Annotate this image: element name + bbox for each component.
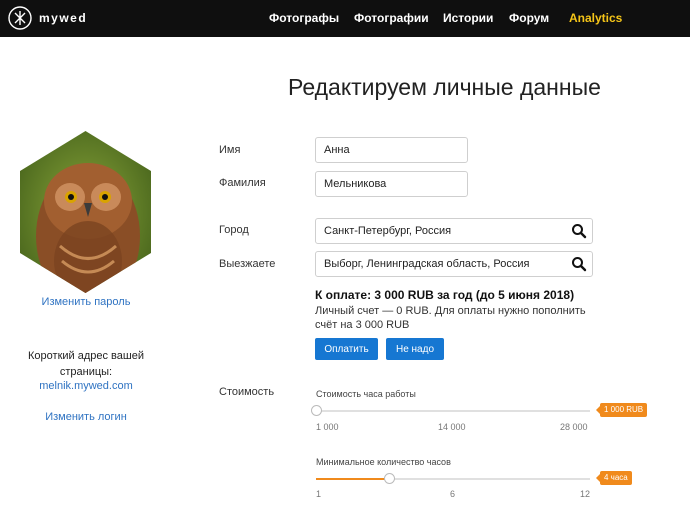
nav-photos[interactable]: Фотографии xyxy=(354,11,429,25)
owl-photo-icon xyxy=(20,131,151,293)
min-hours-thumb[interactable] xyxy=(384,473,396,484)
hour-rate-value-badge: 1 000 RUB xyxy=(595,403,648,417)
first-name-label: Имя xyxy=(219,144,241,156)
travel-label: Выезжаете xyxy=(219,258,276,270)
payment-note: Личный счет — 0 RUB. Для оплаты нужно по… xyxy=(315,305,586,331)
mywed-logo-icon xyxy=(8,6,32,30)
nav-photographers[interactable]: Фотографы xyxy=(269,11,339,25)
min-hours-tick-max: 12 xyxy=(580,489,591,499)
logo-text: mywed xyxy=(39,11,88,25)
change-login-link[interactable]: Изменить логин xyxy=(0,411,172,423)
payment-title: К оплате: 3 000 RUB за год (до 5 июня 20… xyxy=(315,288,575,302)
min-hours-track[interactable] xyxy=(316,478,590,480)
city-label: Город xyxy=(219,224,249,236)
decline-button[interactable]: Не надо xyxy=(386,338,444,360)
min-hours-tick-min: 1 xyxy=(316,489,322,499)
city-search-icon[interactable] xyxy=(570,222,588,240)
city-field[interactable] xyxy=(315,218,593,244)
page-title: Редактируем личные данные xyxy=(288,74,601,100)
hour-rate-track[interactable] xyxy=(316,410,590,412)
nav-forum[interactable]: Форум xyxy=(509,11,549,25)
hour-rate-tick-max: 28 000 xyxy=(560,422,588,432)
avatar[interactable] xyxy=(20,131,151,293)
logo[interactable]: mywed xyxy=(8,6,87,30)
travel-search-icon[interactable] xyxy=(570,255,588,273)
short-address-label: Короткий адрес вашей страницы: xyxy=(28,350,144,378)
hour-rate-thumb[interactable] xyxy=(310,405,322,416)
cost-label: Стоимость xyxy=(219,386,275,398)
nav-stories[interactable]: Истории xyxy=(443,11,493,25)
last-name-label: Фамилия xyxy=(219,177,266,189)
nav-analytics[interactable]: Analytics xyxy=(569,11,622,25)
hour-rate-title: Стоимость часа работы xyxy=(316,389,416,399)
min-hours-tick-mid: 6 xyxy=(450,489,456,499)
min-hours-fill xyxy=(316,478,390,480)
pay-button[interactable]: Оплатить xyxy=(315,338,378,360)
last-name-field[interactable] xyxy=(315,171,468,197)
first-name-field[interactable] xyxy=(315,137,468,163)
min-hours-value-badge: 4 часа xyxy=(596,471,632,485)
hour-rate-tick-min: 1 000 xyxy=(316,422,339,432)
min-hours-title: Минимальное количество часов xyxy=(316,457,451,467)
top-navbar: mywed Фотографы Фотографии Истории Форум… xyxy=(0,0,690,37)
change-password-link[interactable]: Изменить пароль xyxy=(0,296,172,308)
hour-rate-tick-mid: 14 000 xyxy=(438,422,466,432)
short-address-link[interactable]: melnik.mywed.com xyxy=(0,380,172,392)
travel-field[interactable] xyxy=(315,251,593,277)
